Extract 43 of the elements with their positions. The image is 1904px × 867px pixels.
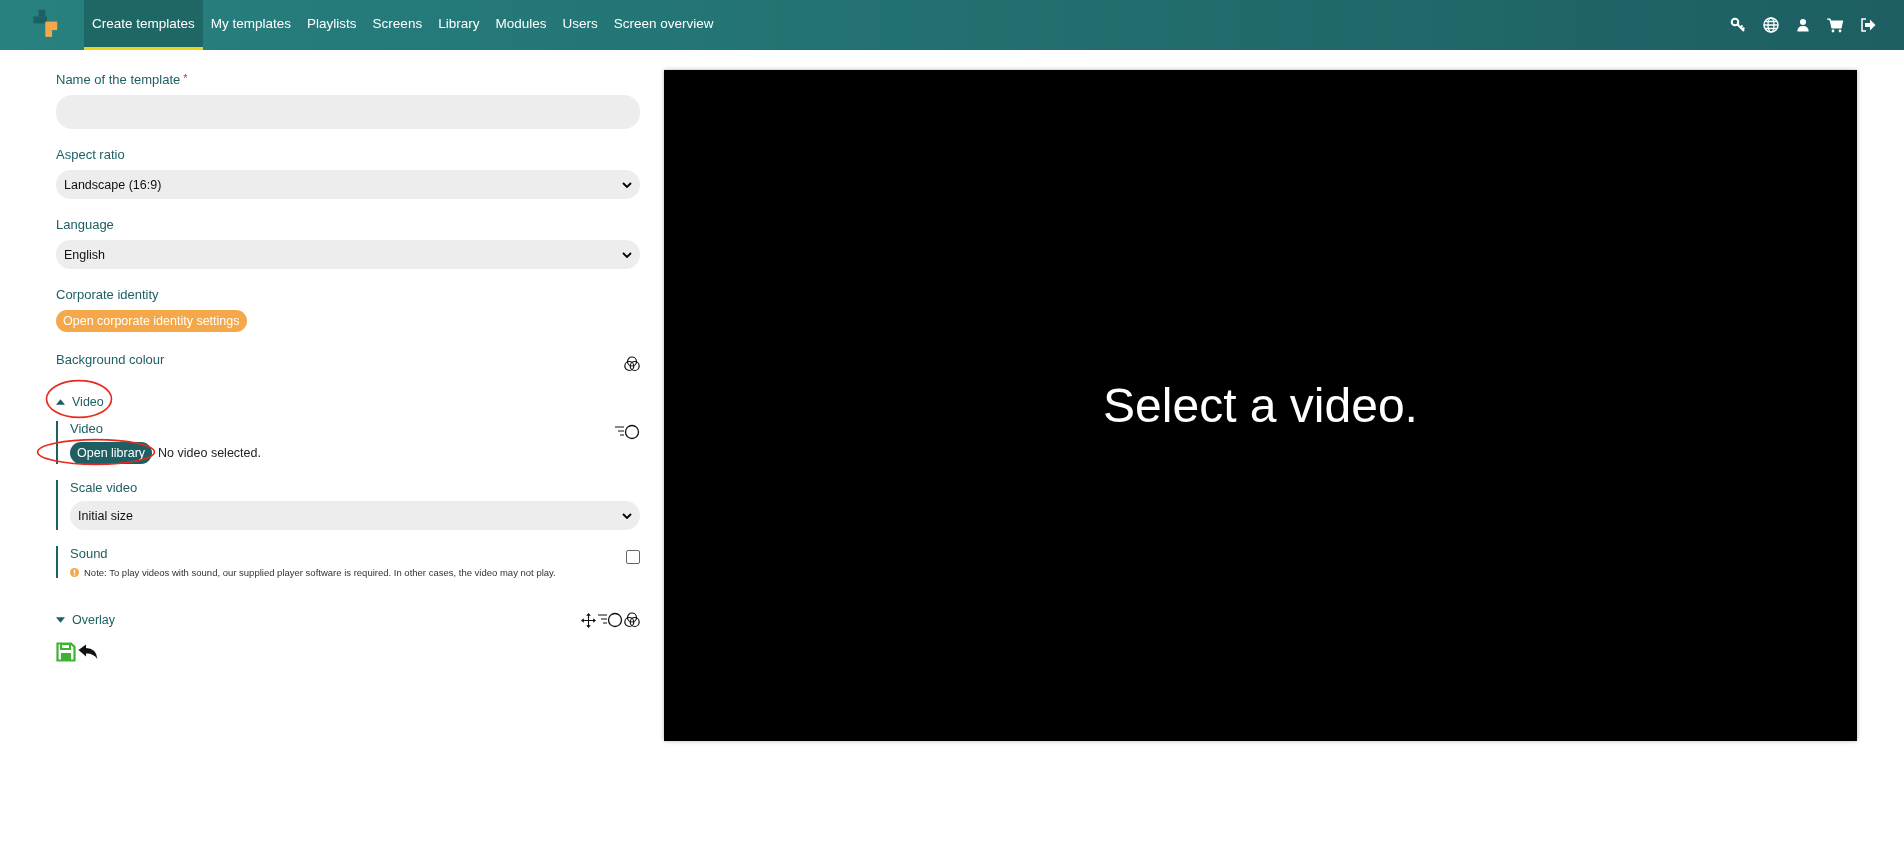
field-label: Scale video	[70, 480, 139, 495]
nav-tab[interactable]: Modules	[487, 0, 555, 50]
preview-message: Select a video.	[1103, 378, 1418, 433]
chevron-down-icon	[622, 251, 632, 258]
aspect-ratio-dropdown[interactable]: Landscape (16:9)	[56, 170, 640, 199]
warning-icon	[70, 568, 79, 577]
nav-tab[interactable]: My templates	[202, 0, 300, 50]
caret-icon	[56, 617, 65, 623]
undo-icon[interactable]	[78, 644, 98, 660]
alignment-icon[interactable]	[614, 423, 640, 440]
open-library-button[interactable]: Open library	[70, 442, 153, 464]
sound-checkbox[interactable]	[626, 549, 640, 564]
nav-tab[interactable]: Playlists	[299, 0, 365, 50]
scale-video-dropdown[interactable]: Initial size	[70, 501, 640, 530]
nav-tab[interactable]: Library	[430, 0, 488, 50]
key-icon[interactable]	[1730, 17, 1746, 33]
note-text: Note: To play videos with sound, our supplied player software is required. In other cases, the video may not play.	[84, 567, 556, 578]
caret-icon	[56, 399, 65, 405]
alignment-icon[interactable]	[597, 612, 623, 628]
nav-tab[interactable]: Screen overview	[605, 0, 722, 50]
field-label: Sound	[70, 546, 108, 561]
field-label: Video	[70, 421, 103, 436]
nav-tab[interactable]: Users	[554, 0, 606, 50]
field-label: Name of the template	[56, 72, 181, 87]
required-mark: *	[183, 72, 188, 86]
nav-tab[interactable]: Create templates	[84, 0, 203, 50]
field-label: Background colour	[56, 352, 165, 367]
field-label: Aspect ratio	[56, 147, 126, 162]
globe-icon[interactable]	[1763, 17, 1779, 33]
chevron-down-icon	[622, 181, 632, 188]
section-toggle[interactable]: Overlay	[56, 613, 116, 627]
cart-icon[interactable]	[1827, 17, 1843, 33]
status-text: No video selected.	[158, 446, 261, 460]
field-label: Language	[56, 217, 115, 232]
language-dropdown[interactable]: English	[56, 240, 640, 269]
nav-tab[interactable]: Screens	[364, 0, 431, 50]
chevron-down-icon	[622, 512, 632, 519]
move-icon[interactable]	[581, 612, 596, 628]
colour-circles-icon[interactable]	[624, 612, 640, 628]
field-label: Corporate identity	[56, 287, 160, 302]
logout-icon[interactable]	[1860, 17, 1876, 33]
user-icon[interactable]	[1796, 17, 1810, 33]
colour-circles-icon[interactable]	[624, 355, 640, 372]
